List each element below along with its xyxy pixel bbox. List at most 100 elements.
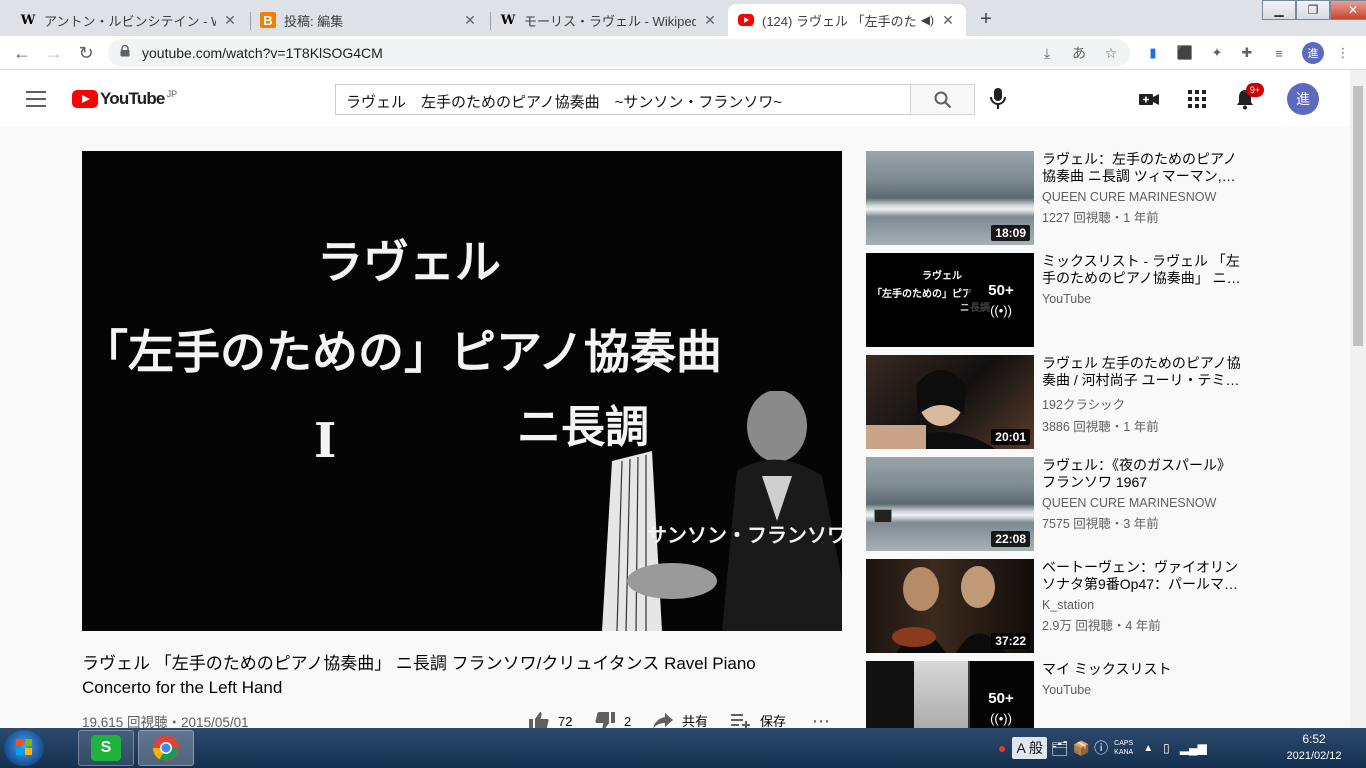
bookmark-star-icon[interactable]: ☆ — [1102, 44, 1120, 62]
duration-badge: 18:09 — [991, 225, 1030, 241]
mix-overlay: 50+ ((•)) — [968, 253, 1034, 347]
video-thumbnail[interactable]: 37:22 — [866, 559, 1034, 653]
help-icon[interactable]: ⓘ — [1094, 738, 1108, 758]
channel-name[interactable]: 192クラシック — [1042, 394, 1246, 413]
page-scrollbar[interactable] — [1350, 70, 1366, 728]
device-icon[interactable]: ▯ — [1163, 741, 1170, 755]
network-signal-icon[interactable]: ▂▄▆ — [1180, 741, 1207, 755]
mix-count: 50+ — [988, 282, 1014, 299]
extension-bookmark-icon[interactable]: ▮ — [1144, 44, 1162, 62]
search-button[interactable] — [910, 84, 975, 115]
start-button[interactable] — [4, 730, 44, 766]
close-tab-icon[interactable]: ✕ — [222, 12, 238, 29]
overlay-line-2: 「左手のための」ピアノ協奏曲 — [82, 325, 722, 379]
taskbar-app-chrome[interactable] — [138, 730, 194, 766]
video-title[interactable]: マイ ミックスリスト — [1042, 661, 1246, 678]
video-title[interactable]: ミックスリスト - ラヴェル 「左手のためのピアノ協奏曲」 ニ… — [1042, 253, 1246, 287]
browser-profile-avatar[interactable]: 進 — [1302, 42, 1324, 64]
close-tab-icon[interactable]: ✕ — [462, 12, 478, 29]
browser-tab-2[interactable]: B 投稿: 編集 ✕ — [250, 4, 488, 36]
chrome-icon — [152, 735, 179, 761]
channel-name[interactable]: YouTube — [1042, 683, 1246, 697]
taskbar-app-spreadsheet[interactable]: S — [78, 730, 134, 766]
youtube-logo[interactable]: YouTube JP — [72, 89, 177, 109]
browser-menu-icon[interactable]: ⋮ — [1334, 44, 1352, 62]
lock-icon — [120, 45, 130, 57]
share-icon — [653, 712, 673, 729]
browser-tab-1[interactable]: W アントン・ルビンシテイン - Wi ✕ — [10, 4, 248, 36]
install-icon[interactable]: ⤓ — [1038, 44, 1056, 62]
channel-name[interactable]: QUEEN CURE MARINESNOW — [1042, 496, 1246, 510]
ime-mode-indicator[interactable]: A 般 — [1012, 737, 1047, 759]
account-avatar[interactable]: 進 — [1287, 83, 1319, 115]
video-thumbnail[interactable]: 20:01 — [866, 355, 1034, 449]
notification-count-badge: 9+ — [1246, 83, 1264, 97]
video-thumbnail[interactable]: 50+ ((•)) — [866, 661, 1034, 728]
extension-dropbox-icon[interactable]: ✦ — [1208, 44, 1226, 62]
maximize-button[interactable]: ❐ — [1296, 0, 1330, 20]
search-query: ラヴェル 左手のためのピアノ協奏曲 ~サンソン・フランソワ~ — [346, 94, 783, 111]
caps-indicator: CAPS — [1114, 740, 1134, 747]
thumb-text: 「左手のための」ピア — [872, 289, 972, 300]
recommended-mix[interactable]: ラヴェル 「左手のための」ピア ニ長調 50+ ((•)) ミックスリスト - … — [866, 253, 1246, 347]
video-title: ラヴェル 「左手のためのピアノ協奏曲」 ニ長調 フランソワ/クリュイタンス Ra… — [82, 654, 756, 697]
mix-count: 50+ — [988, 690, 1014, 707]
video-thumbnail[interactable]: 18:09 — [866, 151, 1034, 245]
ime-tool-icon[interactable]: 🗂 — [1051, 740, 1069, 757]
new-tab-button[interactable]: + — [972, 5, 1000, 33]
close-tab-icon[interactable]: ✕ — [940, 12, 956, 29]
spreadsheet-app-icon: S — [91, 735, 121, 761]
browser-tab-3[interactable]: W モーリス・ラヴェル - Wikipedi ✕ — [490, 4, 728, 36]
tray-notification-icon[interactable]: ● — [998, 740, 1006, 756]
taskbar-clock[interactable]: 6:52 2021/02/12 — [1274, 732, 1354, 762]
channel-name[interactable]: K_station — [1042, 598, 1246, 612]
microphone-icon[interactable] — [988, 87, 1008, 111]
close-tab-icon[interactable]: ✕ — [702, 12, 718, 29]
channel-name[interactable]: QUEEN CURE MARINESNOW — [1042, 190, 1246, 204]
video-title[interactable]: ラヴェル：《夜のガスパール》 フランソワ 1967 — [1042, 457, 1246, 491]
playlist-add-icon — [731, 713, 750, 729]
apps-grid-icon[interactable] — [1186, 88, 1208, 110]
overlay-line-1: ラヴェル — [317, 235, 501, 289]
speaker-icon[interactable]: ◀) — [921, 13, 934, 27]
browser-tab-4[interactable]: (124) ラヴェル 「左手のた ◀) ✕ — [728, 4, 966, 36]
create-video-icon[interactable] — [1138, 88, 1160, 110]
ime-dictionary-icon[interactable]: 📦 — [1073, 740, 1090, 757]
video-title[interactable]: ラヴェル 左手のためのピアノ協奏曲 / 河村尚子 ユーリ・テミ… — [1042, 355, 1246, 389]
video-title[interactable]: ラヴェル：左手のためのピアノ協奏曲 ニ長調 ツィマーマン,… — [1042, 151, 1246, 185]
url-text: youtube.com/watch?v=1T8KlSOG4CM — [142, 45, 383, 61]
extension-pdf-icon[interactable]: ⬛ — [1176, 44, 1194, 62]
recommended-video[interactable]: 18:09 ラヴェル：左手のためのピアノ協奏曲 ニ長調 ツィマーマン,… QUE… — [866, 151, 1246, 245]
duration-badge: 37:22 — [991, 633, 1030, 649]
close-window-button[interactable]: ✕ — [1330, 0, 1366, 20]
video-player[interactable]: ラヴェル 「左手のための」ピアノ協奏曲 I ニ長調 サンソン・フランソワ — [82, 151, 842, 631]
duration-badge: 20:01 — [991, 429, 1030, 445]
recommended-mix[interactable]: 50+ ((•)) マイ ミックスリスト YouTube — [866, 661, 1246, 728]
back-icon[interactable]: ← — [10, 41, 34, 65]
extensions-puzzle-icon[interactable]: ✚ — [1238, 44, 1256, 62]
recommended-video[interactable]: 22:08 ラヴェル：《夜のガスパール》 フランソワ 1967 QUEEN CU… — [866, 457, 1246, 551]
kana-indicator: KANA — [1114, 749, 1134, 756]
video-thumbnail[interactable]: ラヴェル 「左手のための」ピア ニ長調 50+ ((•)) — [866, 253, 1034, 347]
show-hidden-icons-icon[interactable]: ▲ — [1143, 743, 1153, 754]
tab-title: 投稿: 編集 — [284, 13, 344, 29]
minimize-button[interactable]: ▁ — [1262, 0, 1296, 20]
channel-name[interactable]: YouTube — [1042, 292, 1246, 306]
search-input[interactable]: ラヴェル 左手のためのピアノ協奏曲 ~サンソン・フランソワ~ — [335, 84, 911, 115]
windows-logo-icon — [16, 739, 32, 755]
forward-icon[interactable]: → — [42, 41, 66, 65]
scrollbar-thumb[interactable] — [1353, 86, 1363, 346]
view-count: 7575 回視聴・3 年前 — [1042, 517, 1159, 531]
translate-icon[interactable]: あ — [1070, 44, 1088, 62]
recommended-video[interactable]: 37:22 ベートーヴェン：ヴァイオリンソナタ第9番Op47：パールマ… K_s… — [866, 559, 1246, 653]
youtube-icon — [738, 12, 754, 28]
video-thumbnail[interactable]: 22:08 — [866, 457, 1034, 551]
view-count: 1227 回視聴・1 年前 — [1042, 211, 1159, 225]
reload-icon[interactable]: ↻ — [74, 41, 98, 65]
video-title[interactable]: ベートーヴェン：ヴァイオリンソナタ第9番Op47：パールマ… — [1042, 559, 1246, 593]
address-bar[interactable]: youtube.com/watch?v=1T8KlSOG4CM ⤓ あ ☆ — [108, 39, 1130, 67]
hamburger-menu-icon[interactable] — [26, 91, 46, 107]
window-controls: ▁ ❐ ✕ — [1262, 0, 1366, 20]
media-control-icon[interactable]: ≡ — [1270, 44, 1288, 62]
recommended-video[interactable]: 20:01 ラヴェル 左手のためのピアノ協奏曲 / 河村尚子 ユーリ・テミ… 1… — [866, 355, 1246, 449]
